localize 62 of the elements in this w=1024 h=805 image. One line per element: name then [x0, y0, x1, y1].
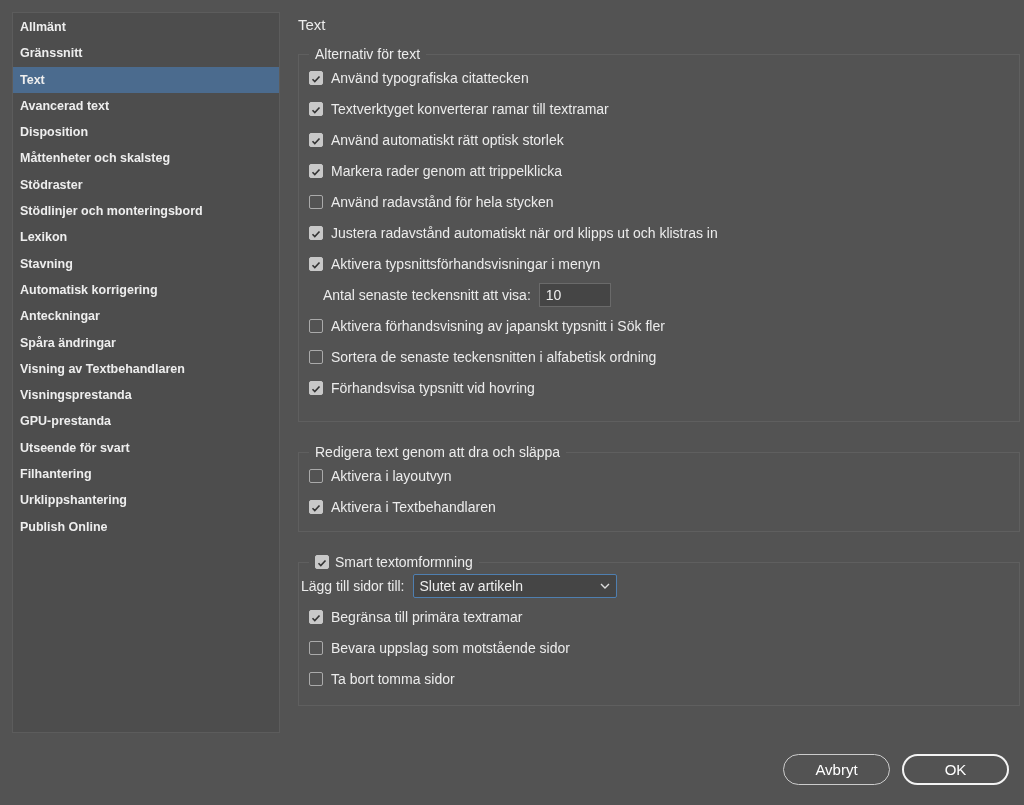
field-label: Antal senaste teckensnitt att visa: [323, 286, 531, 303]
checkbox[interactable] [309, 380, 323, 395]
checkbox[interactable] [309, 256, 323, 271]
checkbox[interactable] [309, 499, 323, 514]
number-field[interactable]: 10 [538, 282, 611, 307]
sidebar-item[interactable]: Måttenheter och skalsteg [13, 145, 279, 172]
checkbox-label: Aktivera förhandsvisning av japanskt typsnitt i Sök fler [331, 317, 665, 334]
checkbox-label: Använd radavstånd för hela stycken [331, 193, 554, 210]
checkbox[interactable] [309, 225, 323, 240]
checkbox-label: Aktivera i Textbehandlaren [331, 498, 496, 515]
group-title: Alternativ för text [315, 46, 421, 62]
sidebar-item[interactable]: Publish Online [13, 513, 279, 540]
checkbox-label: Ta bort tomma sidor [331, 670, 455, 687]
sidebar-item[interactable]: Disposition [13, 119, 279, 146]
sidebar-item[interactable]: Avancerad text [13, 92, 279, 120]
page-title: Text [298, 16, 326, 33]
checkbox[interactable] [315, 555, 329, 569]
field-label: Lägg till sidor till: [301, 577, 405, 594]
checkbox-label: Markera rader genom att trippelklicka [331, 162, 563, 179]
checkbox-label: Använd automatiskt rätt optisk storlek [331, 131, 564, 148]
sidebar-item[interactable]: Stödraster [13, 171, 279, 199]
checkbox[interactable] [309, 163, 323, 178]
checkbox-label: Begränsa till primära textramar [331, 608, 523, 625]
chevron-icon [599, 582, 610, 589]
checkbox[interactable] [309, 609, 323, 624]
checkbox[interactable] [309, 70, 323, 85]
group-title: Redigera text genom att dra och släppa [315, 444, 561, 460]
sidebar-item[interactable]: Urklippshantering [13, 487, 279, 514]
sidebar-item[interactable]: Visningsprestanda [13, 382, 279, 409]
checkmark-icon [316, 557, 328, 569]
checkbox[interactable] [309, 640, 323, 655]
sidebar-item[interactable]: Utseende för svart [13, 434, 279, 462]
checkbox-label: Sortera de senaste teckensnitten i alfabetisk ordning [331, 348, 657, 365]
checkbox[interactable] [309, 101, 323, 116]
sidebar-item[interactable]: Stavning [13, 250, 279, 277]
checkbox-label: Aktivera typsnittsförhandsvisningar i menyn [331, 255, 601, 272]
checkbox[interactable] [309, 671, 323, 686]
sidebar-item[interactable]: Automatisk korrigering [13, 276, 279, 304]
checkbox[interactable] [309, 318, 323, 333]
ok-button[interactable]: OK [902, 754, 1009, 785]
checkbox[interactable] [309, 194, 323, 209]
checkbox-label: Använd typografiska citattecken [331, 69, 529, 86]
sidebar-item[interactable]: Stödlinjer och monteringsbord [13, 198, 279, 225]
checkbox-label: Justera radavstånd automatiskt när ord klipps ut och klistras in [331, 224, 718, 241]
checkbox-label: Textverktyget konverterar ramar till textramar [331, 100, 609, 117]
sidebar-item[interactable]: Allmänt [13, 14, 279, 41]
sidebar-item[interactable]: Filhantering [13, 461, 279, 488]
group-title: Smart textomformning [335, 554, 473, 570]
checkbox-label: Aktivera i layoutvyn [331, 467, 452, 484]
sidebar-item[interactable]: Spåra ändringar [13, 329, 279, 356]
sidebar-item[interactable]: Text [13, 66, 279, 93]
checkbox[interactable] [309, 132, 323, 147]
sidebar-item[interactable]: Gränssnitt [13, 40, 279, 67]
sidebar-item[interactable]: Anteckningar [13, 303, 279, 330]
sidebar-item[interactable]: GPU-prestanda [13, 408, 279, 435]
checkbox[interactable] [309, 468, 323, 483]
checkbox[interactable] [309, 349, 323, 364]
sidebar-item[interactable]: Lexikon [13, 224, 279, 251]
checkbox-label: Bevara uppslag som motstående sidor [331, 639, 570, 656]
sidebar-item[interactable]: Visning av Textbehandlaren [13, 355, 279, 383]
dropdown[interactable]: Slutet av artikeln [412, 573, 617, 598]
checkbox-label: Förhandsvisa typsnitt vid hovring [331, 379, 535, 396]
